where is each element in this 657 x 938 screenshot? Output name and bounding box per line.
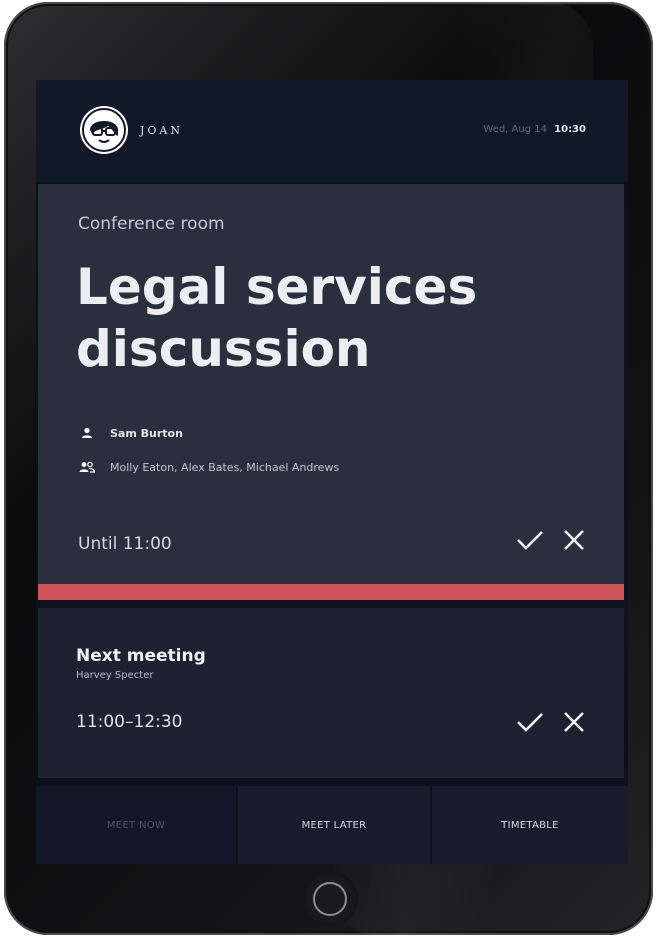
organizer-name: Sam Burton xyxy=(110,426,183,440)
busy-status-bar xyxy=(38,584,624,600)
person-icon xyxy=(78,426,96,440)
current-meeting-actions xyxy=(516,526,588,554)
timetable-button[interactable]: TIMETABLE xyxy=(432,786,628,864)
joan-avatar-logo-icon xyxy=(78,104,130,156)
meeting-title: Legal services discussion xyxy=(76,258,478,378)
current-date: Wed, Aug 14 xyxy=(483,124,547,135)
next-meeting-time: 11:00–12:30 xyxy=(76,712,183,732)
check-icon[interactable] xyxy=(516,526,544,554)
check-icon[interactable] xyxy=(516,708,544,736)
date-time: Wed, Aug 14 10:30 xyxy=(483,124,586,135)
close-icon[interactable] xyxy=(560,526,588,554)
meet-later-button[interactable]: MEET LATER xyxy=(238,786,430,864)
attendees-row: Molly Eaton, Alex Bates, Michael Andrews xyxy=(78,460,339,474)
room-display-screen: JOAN Wed, Aug 14 10:30 Conference room L… xyxy=(36,80,628,864)
brand-name: JOAN xyxy=(140,124,183,137)
current-time: 10:30 xyxy=(554,124,586,135)
meeting-end-time: Until 11:00 xyxy=(78,534,172,554)
header: JOAN Wed, Aug 14 10:30 xyxy=(36,80,628,182)
next-meeting-card: Next meeting Harvey Specter 11:00–12:30 xyxy=(38,608,624,778)
next-meeting-host: Harvey Specter xyxy=(76,670,154,681)
next-meeting-label: Next meeting xyxy=(76,646,206,666)
close-icon[interactable] xyxy=(560,708,588,736)
attendee-names: Molly Eaton, Alex Bates, Michael Andrews xyxy=(110,460,340,474)
bottom-nav: MEET NOW MEET LATER TIMETABLE xyxy=(36,786,628,864)
group-icon xyxy=(78,460,96,474)
next-meeting-actions xyxy=(516,708,588,736)
organizer-row: Sam Burton xyxy=(78,426,183,440)
room-name: Conference room xyxy=(78,214,225,234)
meet-now-button[interactable]: MEET NOW xyxy=(36,786,236,864)
home-button[interactable] xyxy=(313,882,347,916)
current-meeting-card: Conference room Legal services discussio… xyxy=(38,184,624,584)
